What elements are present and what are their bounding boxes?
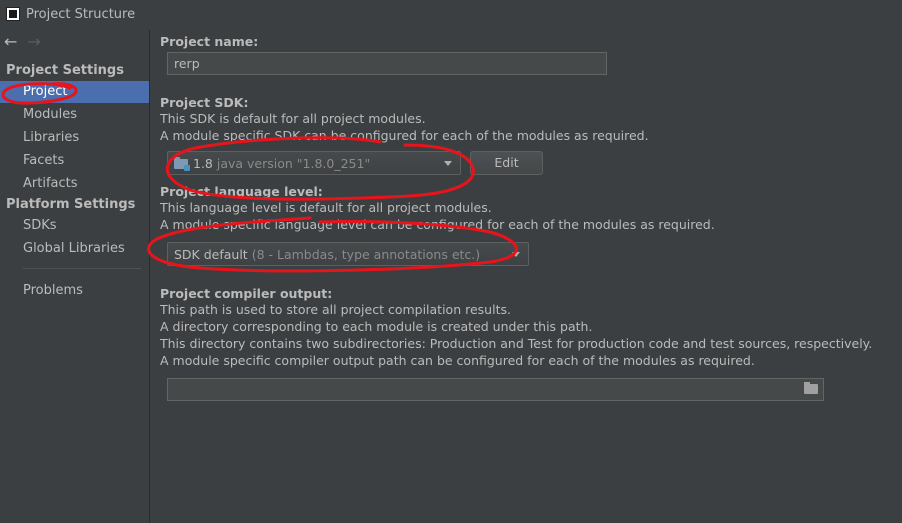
title-bar: Project Structure [0, 0, 902, 30]
compiler-output-desc-2: A directory corresponding to each module… [160, 319, 593, 334]
project-sdk-dropdown[interactable]: 1.8 java version "1.8.0_251" [167, 151, 461, 175]
language-level-desc-1: This language level is default for all p… [160, 200, 492, 215]
sidebar-item-sdks[interactable]: SDKs [0, 215, 149, 237]
chevron-down-icon [512, 252, 520, 257]
language-level-desc-2: A module specific language level can be … [160, 217, 715, 232]
intellij-icon [6, 7, 20, 21]
language-level-dropdown[interactable]: SDK default (8 - Lambdas, type annotatio… [167, 242, 529, 266]
sdk-edit-button[interactable]: Edit [470, 151, 543, 175]
jdk-folder-icon [174, 157, 190, 171]
project-sdk-desc-2: A module specific SDK can be configured … [160, 128, 649, 143]
project-sdk-label: Project SDK: [160, 95, 249, 110]
chevron-down-icon [444, 161, 452, 166]
compiler-output-desc-3: This directory contains two subdirectori… [160, 336, 873, 351]
sdk-version-detail: java version "1.8.0_251" [216, 156, 371, 171]
sidebar-item-project[interactable]: Project [0, 81, 149, 103]
project-sdk-desc-1: This SDK is default for all project modu… [160, 111, 426, 126]
sidebar-item-global-libraries[interactable]: Global Libraries [0, 238, 149, 260]
sidebar-item-problems[interactable]: Problems [0, 280, 149, 302]
forward-arrow-icon[interactable]: → [27, 33, 40, 51]
language-level-detail: (8 - Lambdas, type annotations etc.) [251, 247, 481, 262]
compiler-output-desc-4: A module specific compiler output path c… [160, 353, 755, 368]
browse-folder-icon[interactable] [804, 382, 818, 394]
sdk-value: 1.8 java version "1.8.0_251" [174, 156, 370, 171]
sidebar: ← → Project Settings Project Modules Lib… [0, 30, 150, 523]
window-title: Project Structure [26, 7, 136, 22]
project-name-input[interactable]: rerp [167, 52, 607, 75]
language-level-value: SDK default (8 - Lambdas, type annotatio… [174, 247, 480, 262]
main-panel: Project name: rerp Project SDK: This SDK… [150, 30, 902, 523]
compiler-output-label: Project compiler output: [160, 286, 333, 301]
compiler-output-desc-1: This path is used to store all project c… [160, 302, 511, 317]
language-level-label: Project language level: [160, 184, 323, 199]
platform-settings-header: Platform Settings [6, 197, 136, 212]
compiler-output-input[interactable] [167, 378, 824, 401]
sdk-version: 1.8 [193, 156, 213, 171]
project-settings-header: Project Settings [6, 63, 124, 78]
sidebar-item-libraries[interactable]: Libraries [0, 127, 149, 149]
sidebar-item-facets[interactable]: Facets [0, 150, 149, 172]
back-arrow-icon[interactable]: ← [4, 33, 17, 51]
project-name-label: Project name: [160, 34, 259, 49]
sidebar-item-modules[interactable]: Modules [0, 104, 149, 126]
sidebar-item-artifacts[interactable]: Artifacts [0, 173, 149, 195]
sidebar-divider [23, 268, 141, 269]
language-level-main: SDK default [174, 247, 248, 262]
nav-arrows: ← → [4, 33, 41, 51]
